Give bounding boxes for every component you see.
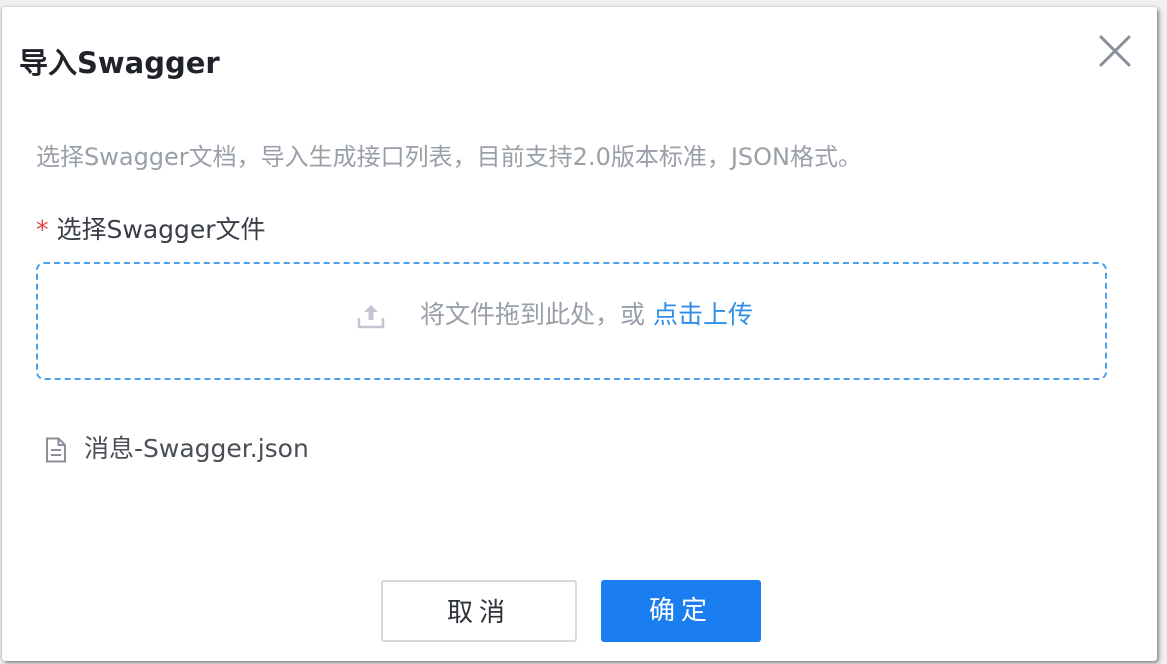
- cancel-button[interactable]: 取消: [381, 580, 577, 642]
- dialog-description: 选择Swagger文档，导入生成接口列表，目前支持2.0版本标准，JSON格式。: [36, 143, 862, 171]
- file-field-label-text: 选择Swagger文件: [56, 215, 266, 244]
- close-button[interactable]: [1095, 31, 1135, 71]
- document-icon: [46, 437, 66, 463]
- import-swagger-dialog: 导入Swagger 选择Swagger文档，导入生成接口列表，目前支持2.0版本…: [2, 7, 1157, 661]
- required-mark: *: [36, 215, 49, 244]
- close-icon: [1099, 35, 1131, 67]
- upload-dropzone[interactable]: 将文件拖到此处，或 点击上传: [36, 262, 1107, 380]
- file-field-label: * 选择Swagger文件: [36, 213, 266, 247]
- upload-icon: [357, 305, 385, 329]
- dialog-title: 导入Swagger: [19, 46, 220, 80]
- dropzone-hint: 将文件拖到此处，或: [420, 300, 653, 329]
- confirm-button[interactable]: 确定: [601, 580, 761, 642]
- dropzone-text: 将文件拖到此处，或 点击上传: [420, 298, 753, 332]
- click-upload-link[interactable]: 点击上传: [653, 300, 753, 329]
- file-name: 消息-Swagger.json: [84, 434, 309, 463]
